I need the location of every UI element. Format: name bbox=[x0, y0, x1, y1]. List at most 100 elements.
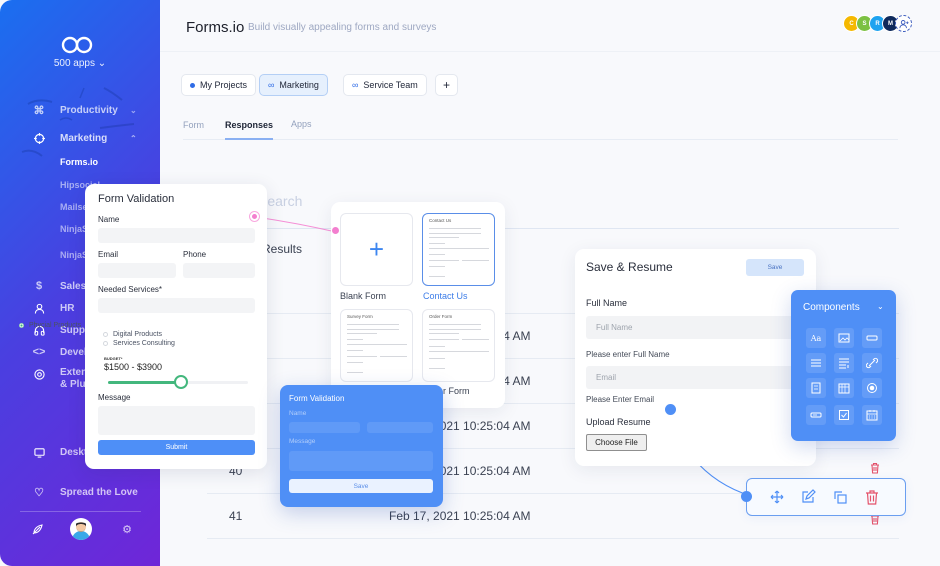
sidebar-item-hr[interactable]: HR bbox=[32, 301, 74, 315]
template-caption: Contact Us bbox=[423, 291, 468, 301]
submit-button[interactable]: Submit bbox=[98, 440, 255, 455]
services-field[interactable] bbox=[98, 298, 255, 313]
field-icon[interactable] bbox=[806, 405, 826, 425]
list-icon[interactable] bbox=[806, 353, 826, 373]
delete-icon[interactable] bbox=[864, 489, 880, 505]
feather-icon[interactable] bbox=[31, 524, 43, 536]
upload-label: Upload Resume bbox=[586, 417, 651, 427]
form-validation-blue-card: Form Validation Name Message Save bbox=[280, 385, 443, 507]
tab-apps[interactable]: Apps bbox=[291, 119, 312, 129]
chevron-up-icon: ⌃ bbox=[130, 133, 137, 143]
image-icon[interactable] bbox=[834, 328, 854, 348]
slider-handle[interactable] bbox=[173, 375, 188, 389]
radio-digital-products[interactable]: Digital Products bbox=[103, 331, 162, 338]
logo-icon bbox=[61, 36, 93, 54]
save-button[interactable]: Save bbox=[746, 259, 804, 276]
form-icon[interactable] bbox=[806, 378, 826, 398]
sidebar-item-label: Productivity bbox=[60, 104, 118, 116]
email-field[interactable] bbox=[98, 263, 176, 278]
date-table-icon[interactable] bbox=[834, 378, 854, 398]
budget-value: $1500 - $3900 bbox=[104, 362, 163, 372]
calendar-icon[interactable] bbox=[862, 405, 882, 425]
tab-form[interactable]: Form bbox=[183, 120, 204, 130]
message-label: Message bbox=[98, 393, 131, 402]
save-button[interactable]: Save bbox=[289, 479, 433, 493]
target-icon bbox=[32, 131, 46, 145]
email-hint: Please Enter Email bbox=[586, 395, 655, 404]
chevron-down-icon: ⌄ bbox=[97, 58, 107, 69]
app-root: 500 apps ⌄ ⌘ Productivity ⌄ Marketing ⌃ … bbox=[0, 0, 940, 566]
template-caption: Blank Form bbox=[340, 291, 387, 301]
template-thumb-title: Survey Form bbox=[347, 314, 373, 319]
checkbox-icon[interactable] bbox=[834, 405, 854, 425]
sidebar-item-label: Marketing bbox=[60, 132, 108, 144]
paragraph-icon[interactable] bbox=[834, 353, 854, 373]
first-name-field[interactable] bbox=[289, 422, 360, 433]
project-tab-service-team[interactable]: ∞ Service Team bbox=[343, 74, 427, 96]
sidebar-item-label: HR bbox=[60, 302, 75, 314]
table-cell-number: 41 bbox=[229, 509, 243, 523]
radio-label: Phycial Products bbox=[29, 322, 82, 329]
link-icon[interactable] bbox=[862, 353, 882, 373]
apps-label: 500 apps bbox=[53, 58, 95, 69]
chevron-down-icon[interactable]: ⌄ bbox=[877, 302, 884, 311]
gear-icon[interactable]: ⚙ bbox=[121, 524, 133, 536]
name-label: Name bbox=[98, 215, 120, 224]
template-order-form[interactable]: Order Form bbox=[422, 309, 495, 382]
radio-selected-icon bbox=[19, 323, 24, 328]
sidebar-item-productivity[interactable]: ⌘ Productivity ⌄ bbox=[32, 103, 137, 117]
apps-switcher[interactable]: 500 apps ⌄ bbox=[0, 58, 160, 69]
radio-label: Digital Products bbox=[113, 331, 163, 338]
duplicate-icon[interactable] bbox=[832, 489, 848, 505]
plus-icon: + bbox=[368, 234, 385, 264]
full-name-hint: Please enter Full Name bbox=[586, 350, 670, 359]
sidebar-divider bbox=[20, 511, 141, 512]
add-project-button[interactable]: + bbox=[435, 74, 458, 96]
project-tab-my-projects[interactable]: My Projects bbox=[181, 74, 257, 96]
row-divider bbox=[207, 538, 899, 539]
sidebar-item-sales[interactable]: $ Sales bbox=[32, 279, 86, 293]
tab-responses[interactable]: Responses bbox=[225, 120, 273, 130]
name-field[interactable] bbox=[98, 228, 255, 243]
full-name-label: Full Name bbox=[586, 298, 628, 308]
last-name-field[interactable] bbox=[367, 422, 433, 433]
desktop-icon bbox=[32, 445, 46, 459]
sidebar-subitem-forms[interactable]: Forms.io bbox=[60, 157, 98, 167]
project-tab-label: Service Team bbox=[363, 80, 418, 90]
template-survey-form[interactable]: Survey Form bbox=[340, 309, 413, 382]
command-icon: ⌘ bbox=[33, 104, 45, 117]
email-label: Email bbox=[98, 250, 119, 259]
sidebar-item-spread-love[interactable]: ♡ Spread the Love bbox=[32, 485, 138, 499]
connector-node bbox=[250, 212, 259, 221]
phone-label: Phone bbox=[183, 250, 207, 259]
phone-field[interactable] bbox=[183, 263, 255, 278]
radio-services-consulting[interactable]: Services Consulting bbox=[103, 340, 175, 347]
sidebar-item-marketing[interactable]: Marketing ⌃ bbox=[32, 131, 137, 145]
input-icon[interactable] bbox=[862, 328, 882, 348]
radio-icon[interactable] bbox=[862, 378, 882, 398]
delete-row-icon[interactable] bbox=[869, 461, 881, 474]
budget-slider[interactable] bbox=[108, 375, 248, 389]
edit-icon[interactable] bbox=[800, 489, 816, 505]
table-cell-date: Feb 17, 2021 10:25:04 AM bbox=[389, 509, 531, 523]
add-user-icon[interactable] bbox=[895, 15, 912, 32]
avatar[interactable] bbox=[70, 518, 92, 540]
dot-icon bbox=[190, 82, 195, 88]
radio-physical-products[interactable]: Phycial Products bbox=[19, 322, 81, 329]
link-icon: ∞ bbox=[352, 80, 359, 90]
template-contact-us[interactable]: Contact Us bbox=[422, 213, 495, 286]
template-blank-form[interactable]: + bbox=[340, 213, 413, 286]
choose-file-button[interactable]: Choose File bbox=[586, 434, 647, 451]
active-tab-indicator bbox=[225, 138, 273, 140]
message-field[interactable] bbox=[98, 406, 255, 435]
name-label: Name bbox=[289, 410, 307, 417]
project-tab-marketing[interactable]: ∞ Marketing bbox=[259, 74, 328, 96]
email-input[interactable]: Email bbox=[586, 366, 806, 389]
radio-icon bbox=[103, 332, 108, 337]
move-icon[interactable] bbox=[769, 489, 785, 505]
slider-fill bbox=[108, 381, 181, 384]
full-name-input[interactable]: Full Name bbox=[586, 316, 806, 339]
page-subtitle: Build visually appealing forms and surve… bbox=[248, 22, 437, 33]
message-field[interactable] bbox=[289, 451, 433, 471]
text-icon[interactable]: Aa bbox=[806, 328, 826, 348]
